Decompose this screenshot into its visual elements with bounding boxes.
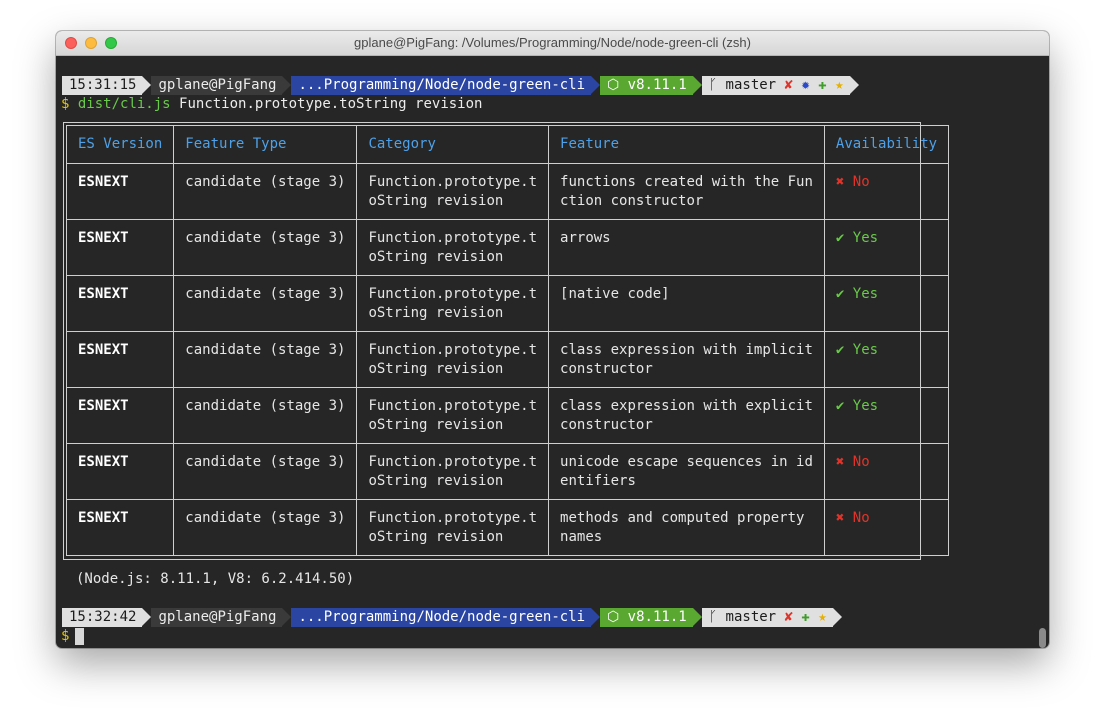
command-executable: dist/cli.js xyxy=(77,96,171,112)
cell-feature: arrows xyxy=(548,219,825,276)
input-line[interactable]: $ xyxy=(61,627,85,646)
cell-availability: ✖ No xyxy=(823,443,950,500)
cell-availability: ✖ No xyxy=(823,163,950,220)
window-title: gplane@PigFang: /Volumes/Programming/Nod… xyxy=(354,35,751,50)
cell-category: Function.prototype.t oString revision xyxy=(356,163,550,220)
git-status-stash-icon: ★ xyxy=(818,609,827,625)
prompt-dollar: $ xyxy=(61,628,70,644)
cell-category: Function.prototype.t oString revision xyxy=(356,275,550,332)
git-status-modified-icon: ✹ xyxy=(801,77,810,93)
command-line: $ dist/cli.js Function.prototype.toStrin… xyxy=(61,95,482,114)
version-info: (Node.js: 8.11.1, V8: 6.2.414.50) xyxy=(76,571,355,587)
table-row: ESNEXT candidate (stage 3) Function.prot… xyxy=(65,275,950,332)
cell-feature-type: candidate (stage 3) xyxy=(173,443,358,500)
prompt-git: ᚴ master ✘ ✹ ✚ ★ xyxy=(701,76,859,95)
git-status-added-icon: ✚ xyxy=(818,77,827,93)
prompt-node-version: ⬡ v8.11.1 xyxy=(600,608,702,627)
prompt-git: ᚴ master ✘ ✚ ★ xyxy=(701,608,842,627)
cell-availability: ✔ Yes xyxy=(823,275,950,332)
prompt-line: 15:31:15 gplane@PigFang ...Programming/N… xyxy=(62,76,859,95)
cell-es-version: ESNEXT xyxy=(65,499,175,556)
command-arguments: Function.prototype.toString revision xyxy=(179,96,483,112)
terminal-content[interactable]: 15:31:15 gplane@PigFang ...Programming/N… xyxy=(56,56,1049,648)
cell-availability: ✔ Yes xyxy=(823,331,950,388)
prompt-path: ...Programming/Node/node-green-cli xyxy=(291,608,600,627)
prompt-dollar: $ xyxy=(61,96,70,112)
table-row: ESNEXT candidate (stage 3) Function.prot… xyxy=(65,163,950,220)
table-row: ESNEXT candidate (stage 3) Function.prot… xyxy=(65,219,950,276)
cell-es-version: ESNEXT xyxy=(65,331,175,388)
cell-availability: ✔ Yes xyxy=(823,219,950,276)
table-row: ESNEXT candidate (stage 3) Function.prot… xyxy=(65,443,950,500)
cell-es-version: ESNEXT xyxy=(65,219,175,276)
table-row: ESNEXT candidate (stage 3) Function.prot… xyxy=(65,387,950,444)
git-status-added-icon: ✚ xyxy=(801,609,810,625)
cell-feature-type: candidate (stage 3) xyxy=(173,499,358,556)
cell-feature-type: candidate (stage 3) xyxy=(173,275,358,332)
cell-es-version: ESNEXT xyxy=(65,387,175,444)
prompt-path: ...Programming/Node/node-green-cli xyxy=(291,76,600,95)
cell-category: Function.prototype.t oString revision xyxy=(356,219,550,276)
cell-es-version: ESNEXT xyxy=(65,275,175,332)
terminal-window: gplane@PigFang: /Volumes/Programming/Nod… xyxy=(56,31,1049,648)
prompt-time: 15:31:15 xyxy=(62,76,152,95)
cell-feature-type: candidate (stage 3) xyxy=(173,163,358,220)
results-table: ES Version Feature Type Category Feature… xyxy=(63,122,950,560)
cell-feature: unicode escape sequences in id entifiers xyxy=(548,443,825,500)
column-header-es-version: ES Version xyxy=(65,125,175,164)
cell-availability: ✔ Yes xyxy=(823,387,950,444)
cell-es-version: ESNEXT xyxy=(65,443,175,500)
prompt-time: 15:32:42 xyxy=(62,608,152,627)
git-branch-icon: ᚴ xyxy=(708,77,718,93)
git-branch: master xyxy=(725,609,777,625)
prompt-user: gplane@PigFang xyxy=(151,76,292,95)
cell-category: Function.prototype.t oString revision xyxy=(356,499,550,556)
cell-feature: functions created with the Fun ction con… xyxy=(548,163,825,220)
cell-category: Function.prototype.t oString revision xyxy=(356,443,550,500)
prompt-line: 15:32:42 gplane@PigFang ...Programming/N… xyxy=(62,608,842,627)
table-row: ESNEXT candidate (stage 3) Function.prot… xyxy=(65,331,950,388)
column-header-feature: Feature xyxy=(548,125,825,164)
cell-es-version: ESNEXT xyxy=(65,163,175,220)
column-header-availability: Availability xyxy=(823,125,950,164)
prompt-node-version: ⬡ v8.11.1 xyxy=(600,76,702,95)
title-bar[interactable]: gplane@PigFang: /Volumes/Programming/Nod… xyxy=(56,31,1049,56)
cell-feature-type: candidate (stage 3) xyxy=(173,219,358,276)
cell-feature: class expression with explicit construct… xyxy=(548,387,825,444)
git-status-dirty-icon: ✘ xyxy=(784,77,793,93)
table-row: ESNEXT candidate (stage 3) Function.prot… xyxy=(65,499,950,556)
cell-feature: methods and computed property names xyxy=(548,499,825,556)
prompt-user: gplane@PigFang xyxy=(151,608,292,627)
scrollbar[interactable] xyxy=(1039,628,1046,648)
git-status-dirty-icon: ✘ xyxy=(784,609,793,625)
table-header-row: ES Version Feature Type Category Feature… xyxy=(65,125,950,164)
cell-feature: class expression with implicit construct… xyxy=(548,331,825,388)
column-header-feature-type: Feature Type xyxy=(173,125,358,164)
cell-feature-type: candidate (stage 3) xyxy=(173,331,358,388)
git-branch: master xyxy=(725,77,777,93)
cell-availability: ✖ No xyxy=(823,499,950,556)
cell-feature-type: candidate (stage 3) xyxy=(173,387,358,444)
column-header-category: Category xyxy=(356,125,550,164)
text-cursor xyxy=(75,627,85,645)
git-status-stash-icon: ★ xyxy=(835,77,844,93)
git-branch-icon: ᚴ xyxy=(708,609,718,625)
cell-category: Function.prototype.t oString revision xyxy=(356,331,550,388)
cell-feature: [native code] xyxy=(548,275,825,332)
cell-category: Function.prototype.t oString revision xyxy=(356,387,550,444)
